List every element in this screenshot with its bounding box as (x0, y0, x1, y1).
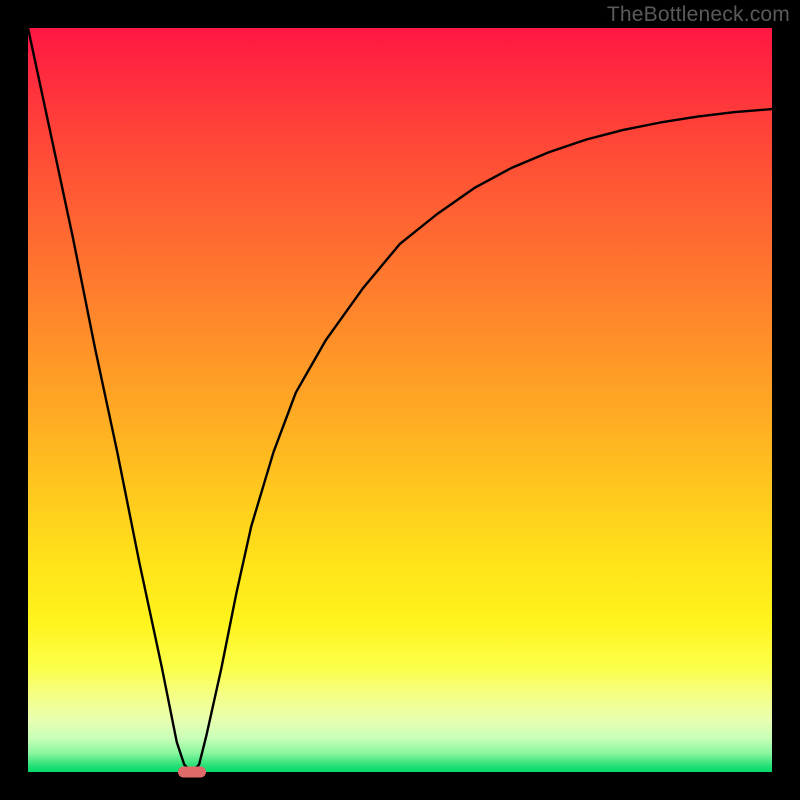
plot-area (28, 28, 772, 772)
optimal-point-marker (178, 767, 206, 778)
chart-frame: TheBottleneck.com (0, 0, 800, 800)
bottleneck-curve (28, 28, 772, 772)
watermark-text: TheBottleneck.com (607, 3, 790, 27)
